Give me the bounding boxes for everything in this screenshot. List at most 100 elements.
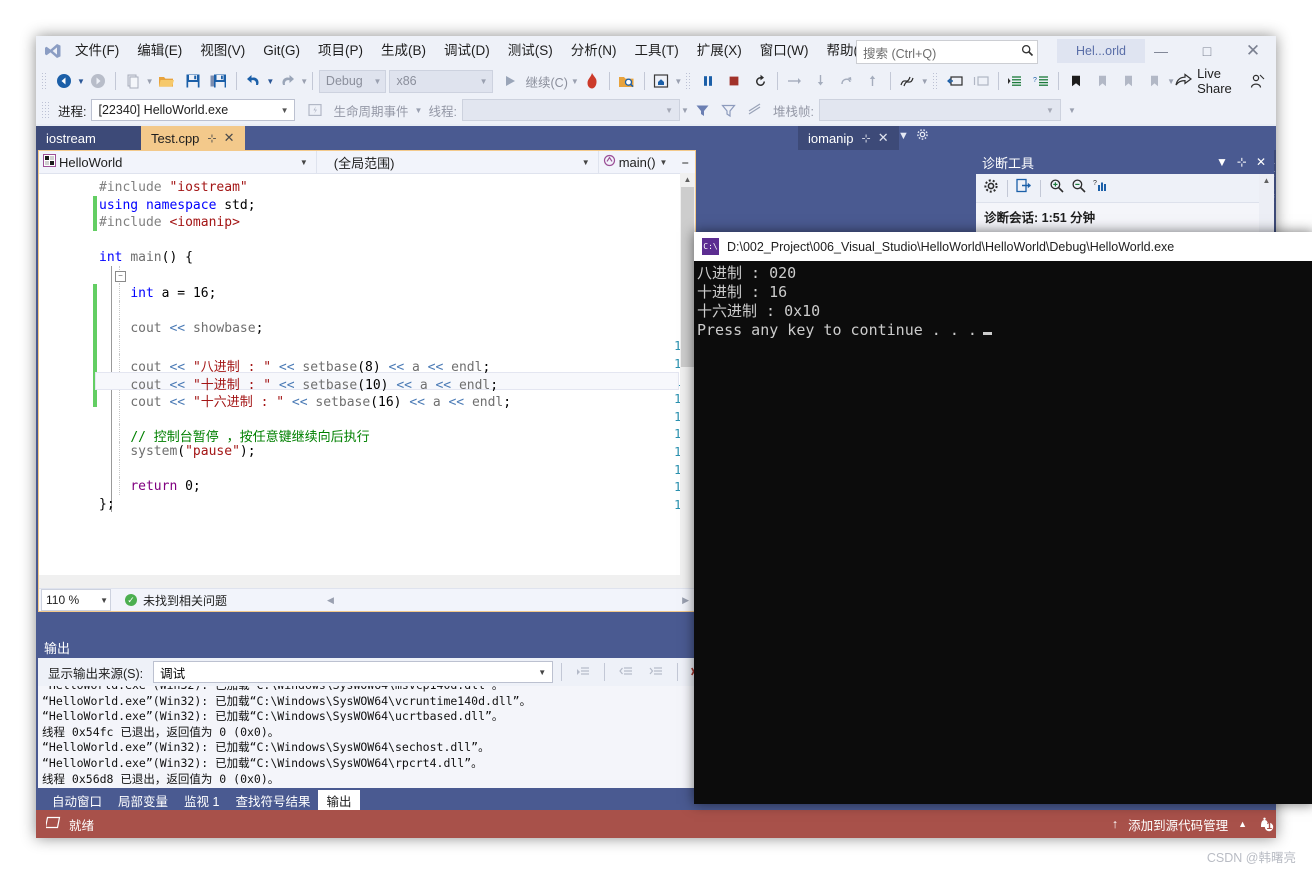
navbar-project-select[interactable]: HelloWorld ▼ xyxy=(39,151,317,173)
stackframe-select[interactable]: ▼ xyxy=(819,99,1061,121)
scrollbar-thumb[interactable] xyxy=(681,187,694,367)
export-icon[interactable] xyxy=(1016,178,1032,198)
close-icon[interactable]: ✕ xyxy=(878,130,889,146)
console-title-bar[interactable]: C:\ D:\002_Project\006_Visual_Studio\Hel… xyxy=(694,232,1312,261)
solution-platform-select[interactable]: x86 ▼ xyxy=(389,70,492,93)
zoom-in-icon[interactable] xyxy=(1049,178,1065,199)
editor-vertical-scrollbar[interactable]: ▲ ▼ xyxy=(680,173,695,589)
feedback-icon[interactable] xyxy=(1244,70,1270,92)
split-view-icon[interactable]: ⎯ xyxy=(675,155,695,170)
redo-dropdown-icon[interactable]: ▼ xyxy=(300,77,308,86)
menu-item-view[interactable]: 视图(V) xyxy=(191,39,254,63)
output-source-select[interactable]: 调试 ▼ xyxy=(153,661,553,683)
tab-find-symbol-results[interactable]: 查找符号结果 xyxy=(227,790,318,810)
stop-debugging-icon[interactable] xyxy=(721,70,747,92)
menu-item-extensions[interactable]: 扩展(X) xyxy=(688,39,751,63)
scroll-up-icon[interactable]: ▲ xyxy=(1259,174,1274,188)
menu-item-debug[interactable]: 调试(D) xyxy=(435,39,499,63)
save-icon[interactable] xyxy=(180,70,206,92)
toolbar-grip[interactable] xyxy=(41,72,48,90)
pin-icon[interactable]: ⊹ xyxy=(1237,155,1247,169)
threads-icon[interactable] xyxy=(895,70,921,92)
tab-output[interactable]: 输出 xyxy=(318,790,359,810)
threads-dropdown-icon[interactable]: ▼ xyxy=(921,77,929,86)
lifecycle-events-label[interactable]: 生命周期事件 xyxy=(328,101,413,120)
filter-icon[interactable] xyxy=(690,99,716,121)
account-button[interactable]: Hel...orld xyxy=(1057,39,1145,63)
navigate-backward-dropdown-icon[interactable]: ▼ xyxy=(77,77,85,86)
undo-icon[interactable] xyxy=(240,70,266,92)
hot-reload-icon[interactable] xyxy=(579,70,605,92)
undo-dropdown-icon[interactable]: ▼ xyxy=(266,77,274,86)
menu-item-window[interactable]: 窗口(W) xyxy=(751,39,818,63)
break-all-icon[interactable] xyxy=(695,70,721,92)
menu-item-test[interactable]: 测试(S) xyxy=(499,39,562,63)
solution-configuration-select[interactable]: Debug ▼ xyxy=(319,70,387,93)
chevron-down-icon[interactable]: ▼ xyxy=(1216,155,1228,169)
open-file-icon[interactable] xyxy=(154,70,180,92)
gear-icon[interactable] xyxy=(983,178,999,199)
gear-icon[interactable] xyxy=(916,128,929,144)
prev-issue-icon[interactable]: ◀ xyxy=(327,595,334,606)
continue-button-label[interactable]: 继续(C) xyxy=(523,72,571,91)
menu-item-project[interactable]: 项目(P) xyxy=(309,39,372,63)
menu-item-edit[interactable]: 编辑(E) xyxy=(128,39,191,63)
toolbar-grip[interactable] xyxy=(41,101,50,119)
chevron-down-icon[interactable]: ▼ xyxy=(898,130,909,142)
close-button[interactable]: ✕ xyxy=(1230,36,1276,66)
maximize-button[interactable]: □ xyxy=(1184,36,1230,66)
app-frame-dropdown-icon[interactable]: ▼ xyxy=(674,77,682,86)
minimize-button[interactable]: — xyxy=(1138,36,1184,66)
tab-test-cpp[interactable]: Test.cpp ⊹ ✕ xyxy=(141,126,245,150)
save-all-icon[interactable] xyxy=(206,70,232,92)
chart-icon[interactable]: ? xyxy=(1093,178,1109,198)
menu-item-file[interactable]: 文件(F) xyxy=(66,39,128,63)
continue-play-icon[interactable] xyxy=(497,70,523,92)
chevron-up-icon[interactable]: ▲ xyxy=(1238,819,1247,829)
decrease-indent-icon[interactable]: ? xyxy=(1028,70,1054,92)
toggle-stack-icon[interactable] xyxy=(742,99,768,121)
menu-item-tools[interactable]: 工具(T) xyxy=(626,39,688,63)
filter-settings-icon[interactable] xyxy=(716,99,742,121)
new-project-dropdown-icon[interactable]: ▼ xyxy=(146,77,154,86)
process-select[interactable]: [22340] HelloWorld.exe ▼ xyxy=(91,99,295,121)
increase-indent-icon[interactable] xyxy=(1002,70,1028,92)
code-text-area[interactable]: 12345678910111213141516171819 #include "… xyxy=(39,174,695,570)
menu-item-analyze[interactable]: 分析(N) xyxy=(562,39,626,63)
zoom-out-icon[interactable] xyxy=(1071,178,1087,199)
console-output[interactable]: 八进制 : 020十进制 : 16十六进制 : 0x10Press any ke… xyxy=(694,261,1312,804)
thread-extra-dropdown-icon[interactable]: ▼ xyxy=(680,106,690,115)
console-window[interactable]: C:\ D:\002_Project\006_Visual_Studio\Hel… xyxy=(694,232,1312,804)
bookmark-icon[interactable] xyxy=(1063,70,1089,92)
menu-item-git[interactable]: Git(G) xyxy=(254,39,309,63)
navigate-backward-icon[interactable] xyxy=(51,70,77,92)
navbar-scope-select[interactable]: (全局范围) ▼ xyxy=(317,151,599,173)
pin-icon[interactable]: ⊹ xyxy=(207,132,216,145)
live-share-button[interactable]: Live Share xyxy=(1175,66,1244,96)
editor-horizontal-scrollbar[interactable] xyxy=(39,575,695,589)
next-issue-icon[interactable]: ▶ xyxy=(682,595,689,606)
search-input[interactable]: 搜索 (Ctrl+Q) xyxy=(856,40,1038,64)
bookmark-dropdown-icon[interactable]: ▼ xyxy=(1167,77,1175,86)
tab-iomanip[interactable]: iomanip ⊹ ✕ xyxy=(798,126,899,150)
debug-toolbar-overflow-icon[interactable]: ▼ xyxy=(1067,106,1077,115)
tab-watch-1[interactable]: 监视 1 xyxy=(176,790,227,810)
notifications-button[interactable]: 1 xyxy=(1257,816,1274,832)
thread-select[interactable]: ▼ xyxy=(462,99,680,121)
attach-to-process-icon[interactable] xyxy=(614,70,640,92)
menu-item-build[interactable]: 生成(B) xyxy=(372,39,435,63)
scroll-up-icon[interactable]: ▲ xyxy=(680,173,695,187)
app-frame-icon[interactable] xyxy=(648,70,674,92)
tab-locals[interactable]: 局部变量 xyxy=(110,790,176,810)
toolbar-grip[interactable] xyxy=(932,72,939,90)
close-icon[interactable]: ✕ xyxy=(224,130,235,146)
continue-dropdown-icon[interactable]: ▼ xyxy=(571,77,579,86)
close-icon[interactable]: ✕ xyxy=(1256,155,1266,169)
pin-icon[interactable]: ⊹ xyxy=(862,132,871,145)
restart-icon[interactable] xyxy=(747,70,773,92)
zoom-level-select[interactable]: 110 % ▼ xyxy=(41,589,111,611)
tab-autos[interactable]: 自动窗口 xyxy=(44,790,110,810)
comment-selection-icon[interactable] xyxy=(942,70,968,92)
navbar-member-select[interactable]: main() ▼ xyxy=(599,151,676,173)
collapse-region-icon[interactable]: − xyxy=(115,271,126,282)
